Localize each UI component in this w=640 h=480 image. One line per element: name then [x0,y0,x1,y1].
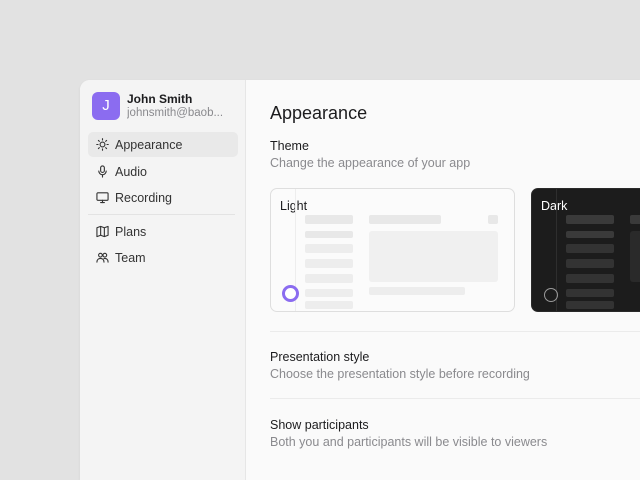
preview-bar [566,244,614,253]
preview-bar [630,215,640,224]
preview-bar [305,231,353,238]
user-name: John Smith [127,92,193,106]
theme-subtitle: Change the appearance of your app [270,156,471,170]
theme-radio-unselected[interactable] [544,288,558,302]
avatar: J [92,92,120,120]
user-email: johnsmith@baob... [127,107,224,119]
sidebar: J John Smith johnsmith@baob... Appearanc… [80,80,246,480]
presentation-style-subtitle: Choose the presentation style before rec… [270,367,530,381]
show-participants-subtitle: Both you and participants will be visibl… [270,435,548,449]
presentation-style-title: Presentation style [270,350,370,364]
preview-panel [630,231,640,282]
theme-title: Theme [270,139,309,153]
page-title: Appearance [270,103,368,123]
sidebar-item-team[interactable]: Team [88,245,238,270]
sidebar-item-label: Team [115,251,146,265]
preview-bar [305,215,353,224]
section-divider [270,331,640,332]
main-panel: Appearance Theme Change the appearance o… [246,80,640,480]
monitor-icon [96,192,109,204]
theme-radio-selected[interactable] [282,285,299,302]
user-profile[interactable]: J John Smith johnsmith@baob... [92,92,242,120]
users-icon [96,252,109,263]
microphone-icon [98,165,107,178]
preview-bar [488,215,498,224]
theme-option-dark[interactable]: Dark [531,188,640,312]
preview-bar [305,244,353,253]
map-icon [96,225,109,238]
preview-bar [305,274,353,283]
sidebar-item-label: Plans [115,225,147,239]
preview-bar [566,289,614,297]
preview-bar [305,301,353,309]
preview-bar [305,259,353,268]
preview-bar [566,301,614,309]
sidebar-item-label: Appearance [115,138,183,152]
sidebar-item-recording[interactable]: Recording [88,185,238,210]
sidebar-item-label: Audio [115,165,147,179]
theme-option-label: Dark [541,199,568,213]
sidebar-item-label: Recording [115,191,172,205]
sidebar-item-audio[interactable]: Audio [88,159,238,184]
preview-bar [566,274,614,283]
preview-bar [566,259,614,268]
preview-bar [566,231,614,238]
sidebar-divider [88,214,235,215]
preview-bar [369,215,441,224]
sidebar-item-plans[interactable]: Plans [88,219,238,244]
sidebar-item-appearance[interactable]: Appearance [88,132,238,157]
theme-option-label: Light [280,199,308,213]
section-divider [270,398,640,399]
preview-bar [566,215,614,224]
theme-option-light[interactable]: Light [270,188,515,312]
preview-bar [369,287,465,295]
settings-window: J John Smith johnsmith@baob... Appearanc… [80,80,640,480]
sun-icon [96,138,109,151]
preview-bar [305,289,353,297]
preview-panel [369,231,498,282]
show-participants-title: Show participants [270,418,369,432]
